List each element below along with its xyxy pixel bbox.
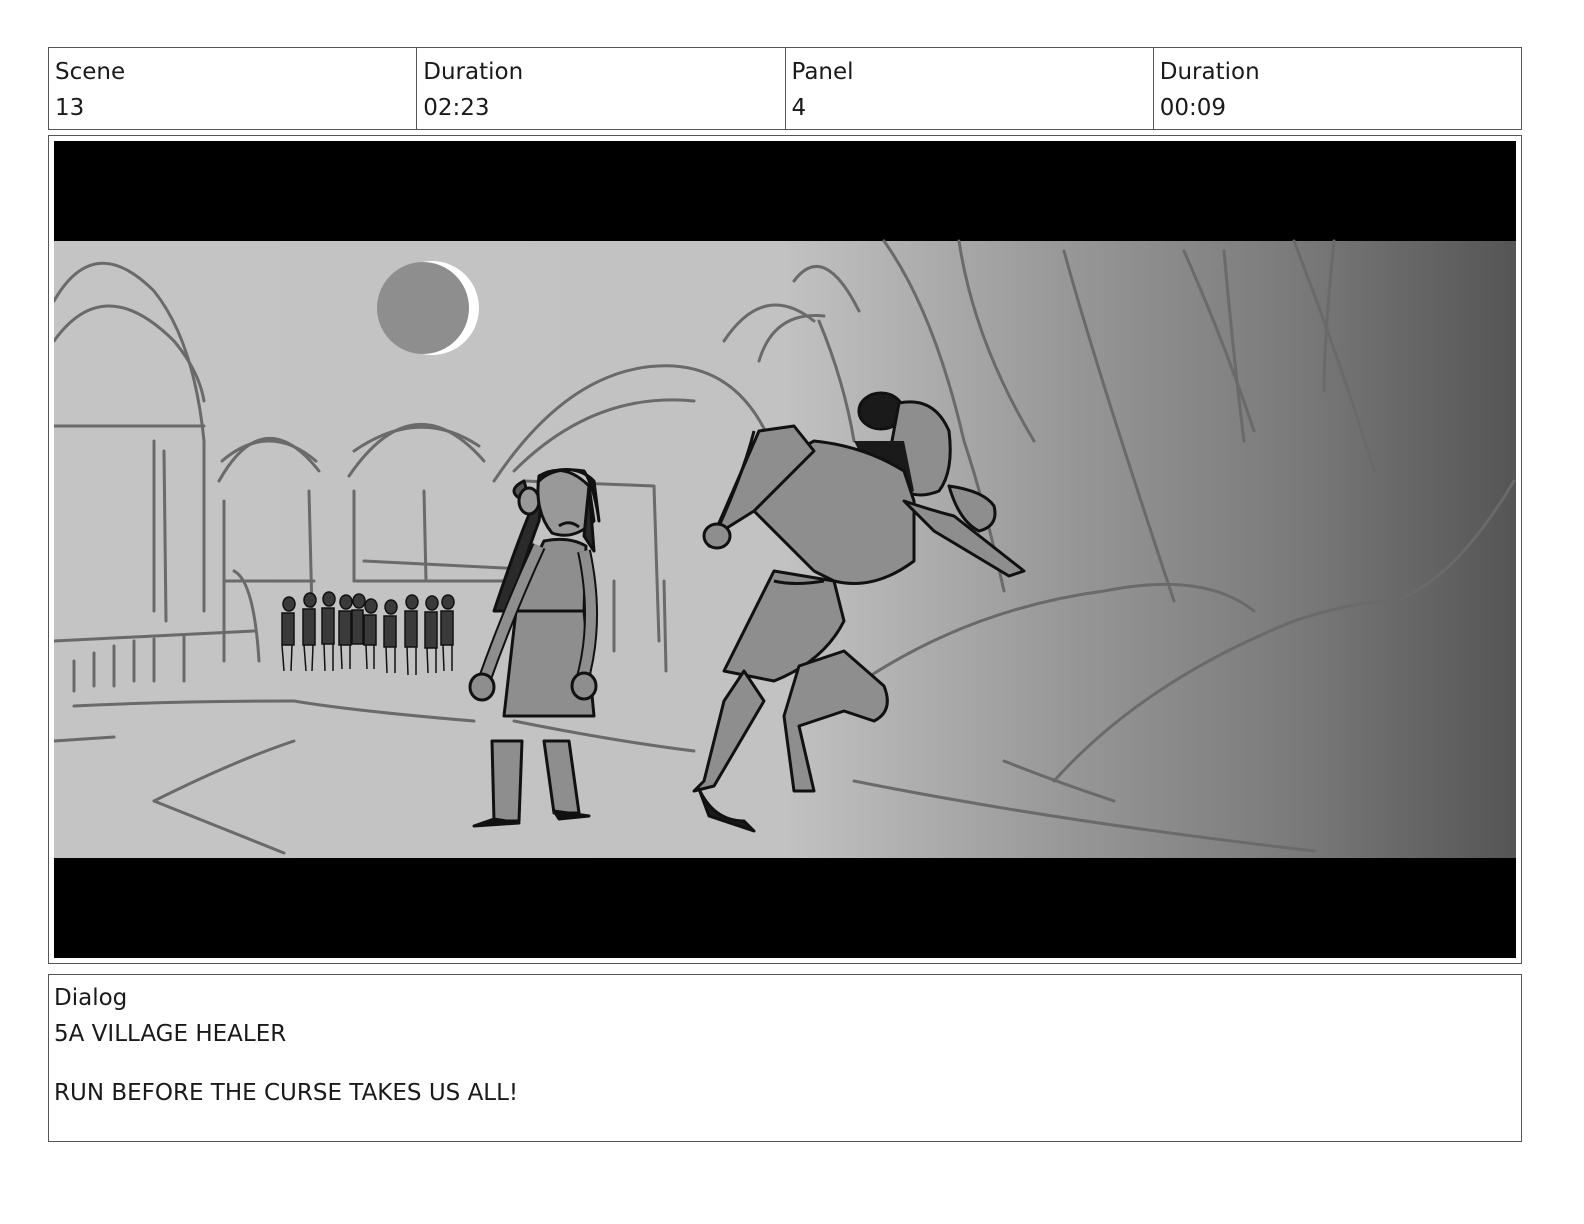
letterbox-top: [54, 141, 1516, 241]
letterbox-bottom: [54, 858, 1516, 958]
scene-duration-cell: Duration 02:23: [416, 48, 784, 129]
dialog-speaker: 5A VILLAGE HEALER: [54, 1021, 287, 1047]
scene-duration-label: Duration: [423, 59, 524, 85]
sketch-background: [54, 241, 1516, 858]
panel-label: Panel: [791, 59, 854, 85]
moon: [377, 261, 479, 355]
panel-info-table: Scene 13 Duration 02:23 Panel 4 Duration…: [48, 47, 1522, 130]
scene-label: Scene: [55, 59, 126, 85]
panel-duration-cell: Duration 00:09: [1152, 48, 1521, 129]
panel-cell: Panel 4: [784, 48, 1153, 129]
dialog-label: Dialog: [54, 985, 128, 1011]
panel-duration-value: 00:09: [1159, 95, 1227, 121]
scene-value: 13: [55, 95, 85, 121]
scene-duration-value: 02:23: [423, 95, 490, 121]
dialog-box: Dialog 5A VILLAGE HEALER RUN BEFORE THE …: [48, 974, 1522, 1142]
scene-cell: Scene 13: [49, 48, 416, 129]
storyboard-frame: [48, 135, 1522, 964]
dialog-line: RUN BEFORE THE CURSE TAKES US ALL!: [54, 1080, 519, 1106]
storyboard-sketch: [54, 141, 1516, 958]
panel-value: 4: [791, 95, 807, 121]
panel-duration-label: Duration: [1159, 59, 1260, 85]
